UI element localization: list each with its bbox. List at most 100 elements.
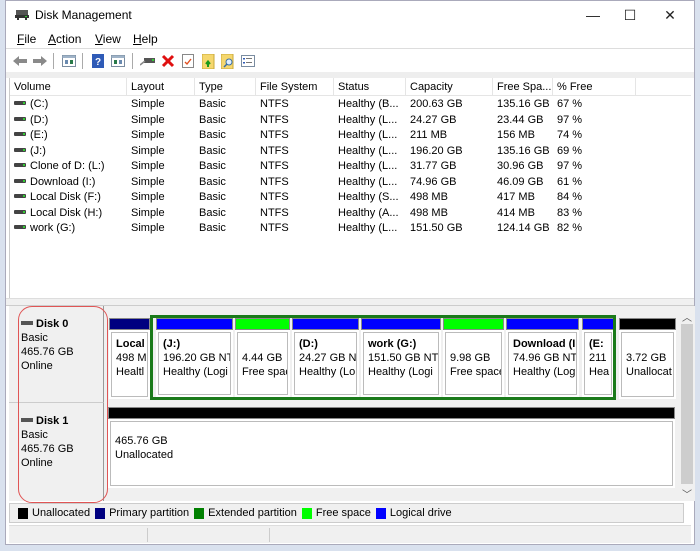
back-button[interactable]	[12, 53, 28, 69]
connect-drive-icon	[140, 58, 155, 66]
cell-status: Healthy (L...	[338, 129, 398, 141]
cell-type: Basic	[199, 129, 226, 141]
legend-swatch	[95, 507, 106, 519]
partition-color-bar	[109, 318, 150, 330]
graph-vertical-scrollbar[interactable]: ︿ ﹀	[679, 306, 695, 501]
find-button[interactable]	[220, 53, 236, 69]
cell-status: Healthy (S...	[338, 191, 399, 203]
legend-label: Primary partition	[109, 507, 190, 519]
settings-button[interactable]	[240, 53, 256, 69]
find-icon	[221, 53, 234, 69]
cell-free: 135.16 GB	[497, 98, 550, 110]
cell-fs: NTFS	[260, 113, 289, 126]
back-arrow-icon	[13, 56, 27, 66]
volume-name: Clone of D: (L:)	[30, 160, 105, 172]
cell-volume: Download (I:)	[14, 175, 95, 190]
cell-capacity: 498 MB	[410, 191, 448, 203]
column-header-file-system[interactable]: File System	[256, 78, 334, 96]
disk-1-type: Basic	[21, 429, 48, 441]
forward-button[interactable]	[32, 53, 48, 69]
cell-layout: Simple	[131, 113, 165, 126]
column-header-type[interactable]: Type	[195, 78, 256, 96]
cell-pct: 83 %	[557, 206, 583, 219]
export-list-button[interactable]	[200, 53, 216, 69]
cell-volume: (E:)	[14, 128, 48, 143]
column-header-volume[interactable]: Volume	[10, 78, 127, 96]
scroll-down-icon[interactable]: ﹀	[682, 486, 692, 501]
cell-free: 135.16 GB	[497, 144, 550, 157]
scroll-up-icon[interactable]: ︿	[682, 309, 692, 324]
partition-status: Healtl	[116, 366, 145, 378]
volume-row[interactable]: Local Disk (H:) Simple Basic NTFS Healthy (A…	[10, 206, 582, 222]
menu-file[interactable]: File	[17, 32, 36, 46]
legend-swatch	[18, 507, 28, 519]
menu-view[interactable]: View	[95, 32, 121, 46]
cell-type: Basic	[199, 191, 226, 203]
partition-primary[interactable]: Local 498 M Healtl	[109, 318, 150, 399]
disk-1-unallocated-partition[interactable]: 465.76 GB Unallocated	[108, 407, 675, 488]
disk-0-label[interactable]: Disk 0 Basic 465.76 GB Online	[9, 306, 104, 402]
scrollbar-thumb[interactable]	[681, 324, 693, 484]
cell-type: Basic	[199, 144, 226, 157]
properties-button[interactable]	[180, 53, 196, 69]
volume-row[interactable]: Local Disk (F:) Simple Basic NTFS Healthy (S…	[10, 190, 582, 206]
partition-size: 3.72 GB	[626, 352, 667, 364]
show-hide-action-pane-button[interactable]	[110, 53, 126, 69]
volume-row[interactable]: Clone of D: (L:) Simple Basic NTFS Healthy (…	[10, 159, 582, 175]
cell-capacity: 74.96 GB	[410, 175, 457, 188]
menu-action-label: ction	[56, 32, 82, 46]
cell-free: 156 MB	[497, 129, 535, 141]
close-button[interactable]: ✕	[647, 1, 693, 29]
menu-action[interactable]: Action	[48, 32, 81, 46]
cell-fs: NTFS	[260, 191, 289, 203]
disk-0-name: Disk 0	[36, 318, 69, 330]
legend-item: Logical drive	[375, 507, 452, 519]
export-list-icon	[201, 53, 214, 69]
volume-row[interactable]: (E:) Simple Basic NTFS Healthy (L... 211 MB 15…	[10, 128, 582, 144]
status-separator	[147, 528, 148, 542]
help-button[interactable]: ?	[90, 53, 106, 69]
partition-title: Local	[116, 338, 145, 350]
volume-row[interactable]: (J:) Simple Basic NTFS Healthy (L... 196.20 G…	[10, 144, 582, 160]
volume-list: Volume Layout Type File System Status Ca…	[9, 78, 691, 298]
column-header-capacity[interactable]: Capacity	[406, 78, 493, 96]
menu-help[interactable]: Help	[133, 32, 158, 46]
settings-icon	[241, 55, 255, 67]
legend-item: Extended partition	[194, 507, 297, 519]
volume-name: Download (I:)	[30, 175, 96, 188]
disk-1-label[interactable]: Disk 1 Basic 465.76 GB Online	[9, 402, 104, 501]
toolbar-separator	[82, 53, 83, 69]
volume-row[interactable]: (C:) Simple Basic NTFS Healthy (B... 200.63 G…	[10, 97, 582, 113]
cell-pct: 67 %	[557, 98, 583, 110]
cell-layout: Simple	[131, 144, 165, 157]
volume-row[interactable]: Download (I:) Simple Basic NTFS Healthy (L..…	[10, 175, 582, 191]
cell-free: 23.44 GB	[497, 113, 544, 126]
delete-button[interactable]	[160, 53, 176, 69]
volume-row[interactable]: work (G:) Simple Basic NTFS Healthy (L... 151…	[10, 221, 582, 237]
cell-layout: Simple	[131, 175, 165, 188]
volume-row[interactable]: (D:) Simple Basic NTFS Healthy (L... 24.27 GB…	[10, 113, 582, 129]
column-header-status[interactable]: Status	[334, 78, 406, 96]
partition-unallocated[interactable]: 3.72 GB Unallocat	[619, 318, 676, 399]
extended-partition-frame[interactable]	[150, 315, 616, 400]
toolbar-separator	[132, 53, 133, 69]
connect-drive-button[interactable]	[140, 53, 156, 69]
disk-icon	[21, 417, 33, 422]
column-header-percent-free[interactable]: % Free	[553, 78, 636, 96]
cell-volume: (J:)	[14, 144, 46, 159]
column-header-layout[interactable]: Layout	[127, 78, 195, 96]
pane-splitter[interactable]	[6, 298, 694, 306]
drive-icon	[14, 178, 26, 183]
legend-item: Unallocated	[18, 507, 90, 519]
menu-file-label: ile	[24, 32, 37, 46]
column-header-free-space[interactable]: Free Spa...	[493, 78, 553, 96]
disk-icon	[21, 320, 33, 325]
disk-1-size: 465.76 GB	[21, 443, 74, 455]
cell-pct: 84 %	[557, 191, 583, 203]
cell-type: Basic	[199, 113, 226, 126]
delete-icon	[161, 54, 175, 68]
cell-volume: (C:)	[14, 97, 48, 112]
show-hide-console-tree-button[interactable]	[61, 53, 77, 69]
status-separator	[269, 528, 270, 542]
cell-fs: NTFS	[260, 129, 289, 141]
